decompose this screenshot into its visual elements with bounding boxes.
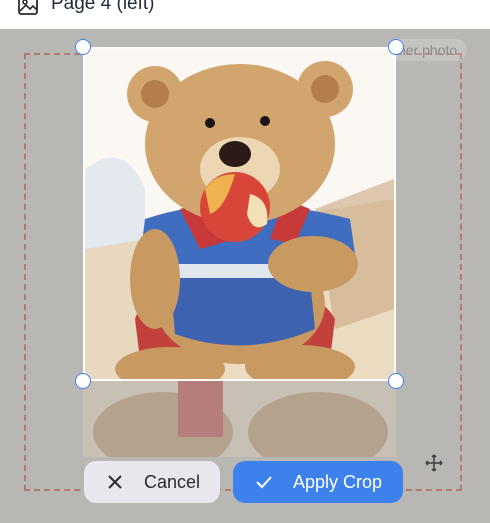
image-icon bbox=[18, 0, 38, 15]
check-icon bbox=[256, 476, 272, 489]
move-icon[interactable] bbox=[424, 453, 444, 473]
crop-handle-bottom-right[interactable] bbox=[388, 373, 404, 389]
apply-crop-label: Apply Crop bbox=[293, 471, 383, 492]
crop-canvas[interactable]: her photo Cancel Apply Crop bbox=[0, 29, 490, 523]
page-header: Page 4 (left) bbox=[0, 0, 490, 29]
crop-handle-bottom-left[interactable] bbox=[75, 373, 91, 389]
crop-handle-top-right[interactable] bbox=[388, 39, 404, 55]
close-icon bbox=[108, 475, 122, 489]
crop-handle-top-left[interactable] bbox=[75, 39, 91, 55]
apply-crop-button[interactable]: Apply Crop bbox=[233, 461, 403, 503]
crop-selection[interactable] bbox=[83, 47, 396, 381]
teddy-bear-photo bbox=[85, 49, 394, 379]
cancel-label: Cancel bbox=[144, 471, 201, 492]
cancel-button[interactable]: Cancel bbox=[84, 461, 220, 503]
page-title: Page 4 (left) bbox=[51, 0, 155, 14]
